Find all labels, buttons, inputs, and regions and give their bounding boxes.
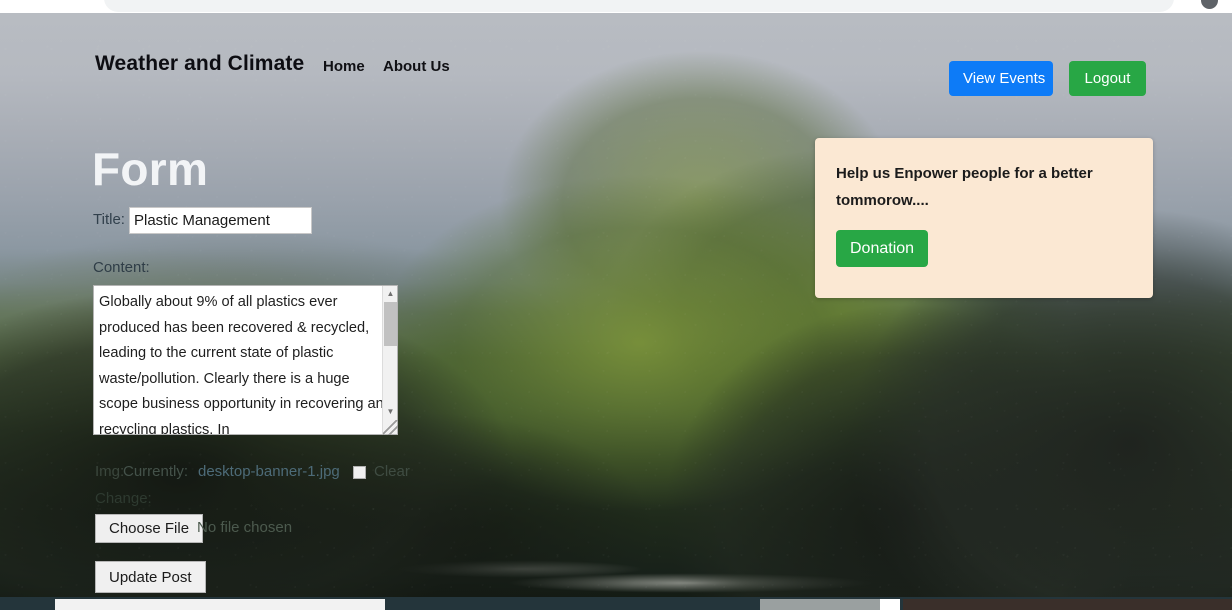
current-image-link[interactable]: desktop-banner-1.jpg — [198, 463, 340, 480]
nav-link-about-us[interactable]: About Us — [383, 58, 450, 75]
address-bar[interactable] — [104, 0, 1174, 12]
os-taskbar — [0, 597, 1232, 610]
site-navbar: Weather and Climate Home About Us View E… — [0, 13, 1232, 96]
content-textarea-scrollbar[interactable]: ▲ ▼ — [382, 286, 397, 434]
title-field-label: Title: — [93, 211, 125, 228]
title-input[interactable] — [129, 207, 312, 234]
image-current-row: Img: Currently: desktop-banner-1.jpg Cle… — [95, 461, 425, 483]
browser-chrome-sliver — [0, 0, 1232, 13]
no-file-chosen-text: No file chosen — [197, 519, 293, 536]
logout-button[interactable]: Logout — [1069, 61, 1146, 96]
update-post-button[interactable]: Update Post — [95, 561, 206, 593]
scroll-down-icon[interactable]: ▼ — [383, 404, 398, 419]
taskbar-window-1[interactable] — [55, 599, 385, 610]
textarea-resize-grip[interactable] — [383, 420, 398, 435]
image-field-label: Img: — [95, 463, 125, 480]
view-events-button[interactable]: View Events — [949, 61, 1053, 96]
currently-label: Currently: — [123, 463, 189, 480]
clear-image-checkbox[interactable] — [353, 466, 366, 479]
nav-link-home[interactable]: Home — [323, 58, 365, 75]
donation-message: Help us Enpower people for a better tomm… — [836, 165, 1093, 209]
taskbar-window-2[interactable] — [760, 599, 880, 610]
scrollbar-thumb[interactable] — [384, 302, 397, 346]
account-avatar-icon[interactable] — [1201, 0, 1218, 9]
content-textarea[interactable] — [93, 285, 398, 435]
clear-image-label[interactable]: Clear — [374, 463, 410, 480]
taskbar-window-4[interactable] — [903, 599, 1232, 610]
donation-button[interactable]: Donation — [836, 230, 929, 267]
donation-card: Help us Enpower people for a better tomm… — [815, 138, 1153, 298]
scroll-up-icon[interactable]: ▲ — [383, 286, 398, 301]
page-title: Form — [92, 143, 209, 195]
taskbar-window-3[interactable] — [880, 599, 900, 610]
site-brand[interactable]: Weather and Climate — [95, 52, 304, 76]
choose-file-button[interactable]: Choose File — [95, 514, 204, 543]
change-image-label: Change: — [95, 490, 152, 507]
page-viewport: Weather and Climate Home About Us View E… — [0, 13, 1232, 597]
content-field-label: Content: — [93, 259, 150, 276]
